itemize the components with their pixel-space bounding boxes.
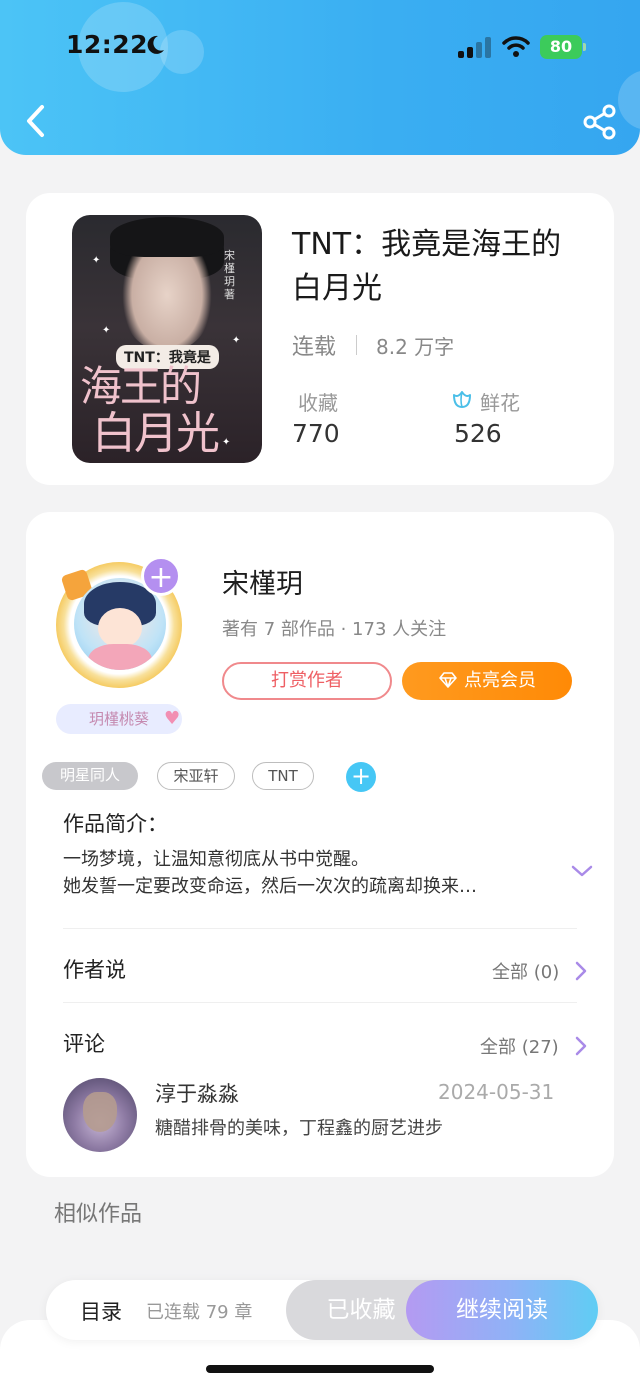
moon-icon [147, 35, 164, 54]
add-tag-button[interactable]: + [346, 762, 376, 792]
flowers-count: 526 [454, 419, 502, 448]
author-meta: 著有 7 部作品 · 173 人关注 [222, 619, 447, 640]
comment-date: 2024-05-31 [438, 1080, 555, 1104]
divider [63, 928, 577, 929]
cover-author: 宋槿玥著 [224, 249, 235, 301]
flower-icon [453, 391, 471, 408]
favorites-count: 770 [292, 419, 340, 448]
author-says-label: 作者说 [63, 958, 126, 982]
tag-item[interactable]: 明星同人 [42, 762, 138, 790]
header: 12:22 80 [0, 0, 640, 155]
toc-button[interactable]: 目录 [80, 1296, 122, 1326]
heart-icon: ♥ [164, 708, 181, 729]
vip-button-label: 点亮会员 [464, 670, 536, 691]
divider [356, 335, 357, 355]
vip-button[interactable]: 点亮会员 [402, 662, 572, 700]
chevron-down-icon[interactable] [570, 864, 594, 878]
book-title: TNT：我竟是海王的白月光 [292, 227, 562, 306]
commenter-name[interactable]: 淳于淼淼 [155, 1078, 239, 1108]
comment-text[interactable]: 糖醋排骨的美味，丁程鑫的厨艺进步 [155, 1114, 443, 1140]
favorites-label: 收藏 [298, 391, 338, 415]
similar-works-label: 相似作品 [54, 1202, 143, 1227]
book-status: 连载 [292, 335, 337, 360]
status-time: 12:22 [66, 30, 149, 59]
wifi-icon [502, 36, 530, 57]
tag-item[interactable]: 宋亚轩 [157, 762, 235, 790]
tag-item[interactable]: TNT [252, 762, 314, 790]
cover-title: 白月光 [92, 408, 220, 459]
intro-line: 她发誓一定要改变命运，然后一次次的疏离却换来… [63, 876, 477, 897]
home-indicator [206, 1365, 434, 1373]
battery-tip [583, 43, 586, 51]
chevron-right-icon[interactable] [574, 960, 588, 982]
chapter-count: 已连载 79 章 [146, 1302, 253, 1323]
book-cover[interactable]: ✦ ✦ ✦ ✦ 宋槿玥著 TNT：我竟是 海王的 白月光 [72, 215, 262, 463]
diamond-icon [439, 671, 457, 688]
divider [63, 1002, 577, 1003]
flowers-label: 鲜花 [480, 391, 520, 415]
intro-label: 作品简介： [63, 812, 168, 836]
author-name[interactable]: 宋槿玥 [222, 562, 303, 601]
chevron-right-icon[interactable] [574, 1035, 588, 1057]
author-says-all-link[interactable]: 全部 (0) [492, 958, 559, 984]
share-icon[interactable] [582, 104, 618, 140]
book-word-count: 8.2 万字 [376, 335, 455, 359]
follow-author-button[interactable]: + [141, 556, 181, 596]
book-card: ✦ ✦ ✦ ✦ 宋槿玥著 TNT：我竟是 海王的 白月光 TNT：我竟是海王的白… [26, 193, 614, 485]
info-card: + 玥槿桃葵 ♥ 宋槿玥 著有 7 部作品 · 173 人关注 打赏作者 点亮会… [26, 512, 614, 1177]
tip-author-button[interactable]: 打赏作者 [222, 662, 392, 700]
decor-bubble [160, 30, 204, 74]
continue-reading-button[interactable]: 继续阅读 [406, 1280, 598, 1340]
decor-bubble [618, 70, 640, 130]
intro-text[interactable]: 一场梦境，让温知意彻底从书中觉醒。 她发誓一定要改变命运，然后一次次的疏离却换来… [63, 846, 543, 900]
signal-icon [458, 36, 492, 58]
back-arrow-icon[interactable] [22, 103, 52, 139]
comments-all-link[interactable]: 全部 (27) [480, 1033, 559, 1059]
commenter-avatar[interactable] [63, 1078, 137, 1152]
intro-line: 一场梦境，让温知意彻底从书中觉醒。 [63, 849, 369, 870]
comments-label: 评论 [63, 1032, 105, 1056]
cover-art [110, 217, 224, 257]
battery-indicator: 80 [540, 35, 582, 59]
cover-title: 海王的 [80, 362, 202, 411]
